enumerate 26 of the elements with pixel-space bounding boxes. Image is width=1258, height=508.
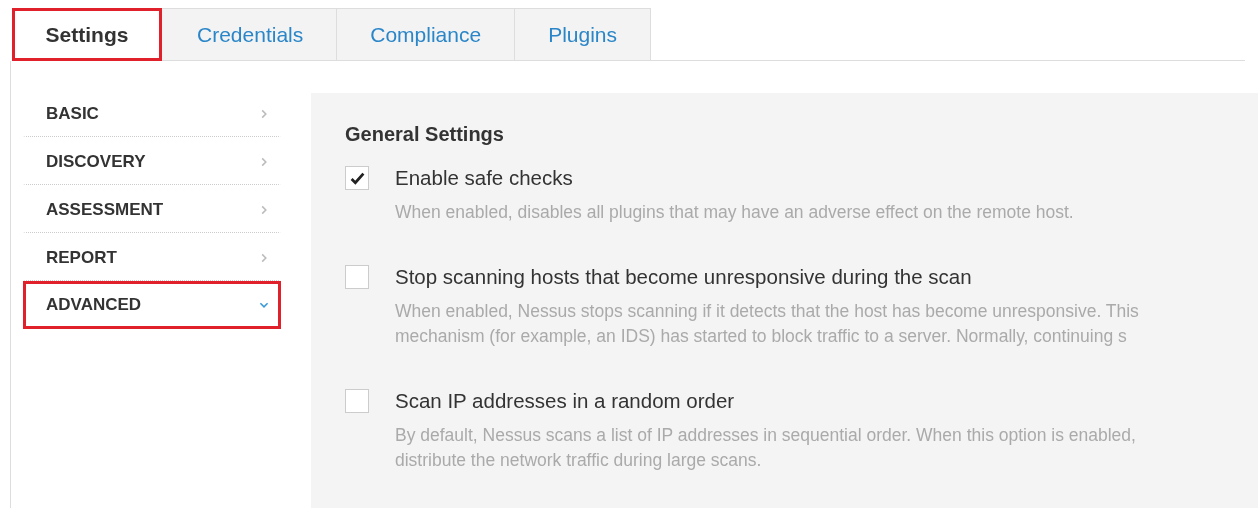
sidebar-item-label: REPORT (46, 248, 117, 268)
sidebar-item[interactable]: DISCOVERY (23, 137, 281, 185)
option-label: Stop scanning hosts that become unresponsive during the scan (395, 265, 973, 289)
sidebar-item[interactable]: BASIC (23, 89, 281, 137)
option-description: When enabled, disables all plugins that may have an adverse effect on the remote host. (395, 201, 1074, 224)
checkmark-icon (349, 171, 365, 185)
sidebar-item-label: DISCOVERY (46, 152, 146, 172)
sidebar-item-label: ASSESSMENT (46, 200, 164, 220)
checkbox[interactable] (345, 166, 369, 190)
option-description: distribute the network traffic during large scans. (395, 449, 763, 472)
option-description: By default, Nessus scans a list of IP addresses in sequential order. When this option is enabled, (395, 424, 1136, 447)
option-label: Enable safe checks (395, 166, 574, 190)
tab[interactable]: Compliance (337, 8, 516, 60)
sidebar-item-label: BASIC (46, 104, 99, 124)
sidebar-item[interactable]: ASSESSMENT (23, 185, 281, 233)
checkbox[interactable] (345, 265, 369, 289)
sidebar-item-label: ADVANCED (46, 295, 142, 315)
checkbox[interactable] (345, 389, 369, 413)
tab[interactable]: Plugins (515, 8, 651, 60)
sidebar-item[interactable]: ADVANCED (23, 281, 281, 329)
option-description: mechanism (for example, an IDS) has started to block traffic to a server. Normally, continuing s (395, 325, 1128, 348)
tab[interactable]: Settings (12, 8, 162, 61)
option-label: Scan IP addresses in a random order (395, 389, 736, 413)
option-description: When enabled, Nessus stops scanning if it detects that the host has become unresponsive. This (395, 300, 1139, 323)
section-heading: General Settings (345, 123, 505, 146)
tab[interactable]: Credentials (162, 8, 338, 60)
